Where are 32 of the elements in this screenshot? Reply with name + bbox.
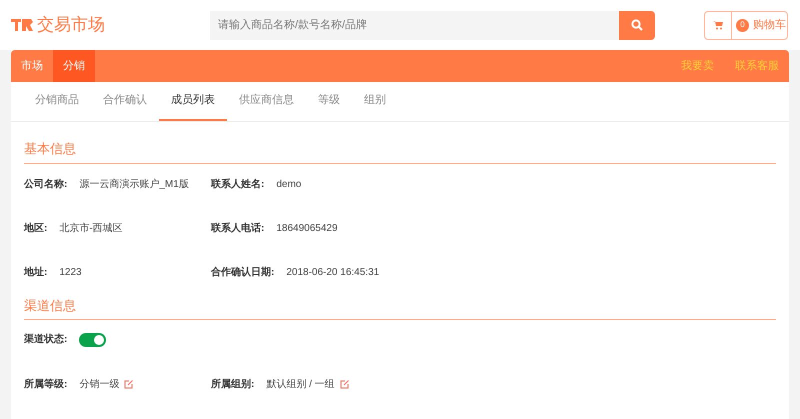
logo-text: 交易市场 bbox=[37, 14, 105, 36]
field-label: 联系人姓名: bbox=[211, 178, 264, 192]
cart-button[interactable]: 0 购物车 bbox=[704, 10, 788, 40]
field-value: 分销一级 bbox=[79, 378, 120, 392]
field-value: 默认组别 / 一组 bbox=[266, 378, 335, 392]
field-label: 地址: bbox=[24, 266, 48, 280]
cart-count-badge: 0 bbox=[736, 18, 749, 32]
section-title: 渠道信息 bbox=[24, 298, 76, 312]
field-label: 联系人电话: bbox=[211, 222, 264, 236]
tab[interactable]: 分销商品 bbox=[23, 82, 91, 121]
cart-label: 购物车 bbox=[753, 18, 786, 33]
field-value: 北京市-西城区 bbox=[59, 222, 123, 236]
field-label: 地区: bbox=[24, 222, 48, 236]
field-label: 渠道状态: bbox=[24, 332, 68, 347]
field-label: 所属组别: bbox=[211, 378, 254, 392]
field-label: 所属等级: bbox=[24, 378, 68, 392]
field-label: 合作确认日期: bbox=[211, 266, 274, 280]
field-value: 18649065429 bbox=[276, 222, 338, 236]
section-title: 基本信息 bbox=[24, 141, 76, 156]
field-value: demo bbox=[276, 178, 302, 192]
tab[interactable]: 成员列表 bbox=[159, 82, 227, 121]
search-field[interactable]: 请输入商品名称/款号名称/品牌 bbox=[210, 10, 619, 40]
nav-tab[interactable]: 分销 bbox=[53, 50, 95, 82]
field-value: 源一云商演示账户_M1版 bbox=[79, 178, 189, 192]
tab[interactable]: 供应商信息 bbox=[227, 82, 306, 121]
tab[interactable]: 组别 bbox=[352, 82, 398, 121]
tab[interactable]: 合作确认 bbox=[91, 82, 159, 121]
nav-tab[interactable]: 市场 bbox=[11, 50, 53, 82]
field-label: 公司名称: bbox=[24, 178, 68, 192]
field-value: 1223 bbox=[59, 266, 82, 280]
field-value: 2018-06-20 16:45:31 bbox=[286, 266, 380, 280]
tab[interactable]: 等级 bbox=[306, 82, 352, 121]
